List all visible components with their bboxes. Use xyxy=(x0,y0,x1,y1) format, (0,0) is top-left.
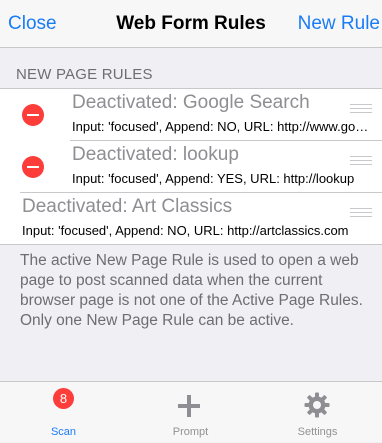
table-row[interactable]: Deactivated: lookup Input: 'focused', Ap… xyxy=(0,141,382,193)
rule-title: Deactivated: Art Classics xyxy=(22,196,233,217)
tab-label: Prompt xyxy=(172,426,209,438)
tab-settings[interactable]: Settings xyxy=(254,382,381,443)
tab-scan[interactable]: 8 Scan xyxy=(0,382,127,443)
section-footer: The active New Page Rule is used to open… xyxy=(20,252,363,329)
tab-bar: 8 Scan Prompt Settings xyxy=(0,381,382,442)
section-header: NEW PAGE RULES xyxy=(16,66,153,83)
reorder-handle-icon[interactable] xyxy=(350,104,372,114)
reorder-handle-icon[interactable] xyxy=(350,156,372,166)
scan-badge: 8 xyxy=(53,388,74,409)
tab-prompt[interactable]: Prompt xyxy=(127,382,254,443)
tab-label: Settings xyxy=(297,426,338,438)
reorder-handle-icon[interactable] xyxy=(350,208,372,218)
rule-subtitle: Input: 'focused', Append: NO, URL: http:… xyxy=(22,223,349,238)
gear-icon xyxy=(304,392,330,418)
table-row[interactable]: Deactivated: Art Classics Input: 'focuse… xyxy=(0,193,382,245)
rule-title: Deactivated: Google Search xyxy=(72,92,310,113)
table-row[interactable]: Deactivated: Google Search Input: 'focus… xyxy=(0,89,382,141)
rule-subtitle: Input: 'focused', Append: YES, URL: http… xyxy=(72,171,355,186)
rule-subtitle: Input: 'focused', Append: NO, URL: http:… xyxy=(72,119,372,134)
rules-table: Deactivated: Google Search Input: 'focus… xyxy=(0,88,382,245)
rule-title: Deactivated: lookup xyxy=(72,144,239,165)
delete-icon[interactable] xyxy=(22,156,44,178)
new-rule-button[interactable]: New Rule xyxy=(298,13,380,35)
plus-icon xyxy=(178,395,200,417)
tab-label: Scan xyxy=(50,426,77,438)
navigation-bar: Close Web Form Rules New Rule xyxy=(0,0,382,48)
delete-icon[interactable] xyxy=(22,104,44,126)
